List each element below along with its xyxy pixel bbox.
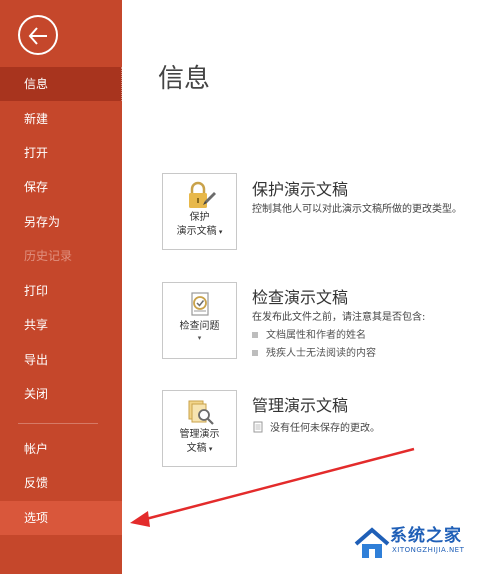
watermark-url: XITONGZHIJIA.NET [392,546,465,554]
watermark-name: 系统之家 [390,526,462,546]
house-logo-icon [354,527,390,558]
annotation-arrow [130,447,415,527]
watermark-logo: 系统之家 XITONGZHIJIA.NET [352,518,500,574]
